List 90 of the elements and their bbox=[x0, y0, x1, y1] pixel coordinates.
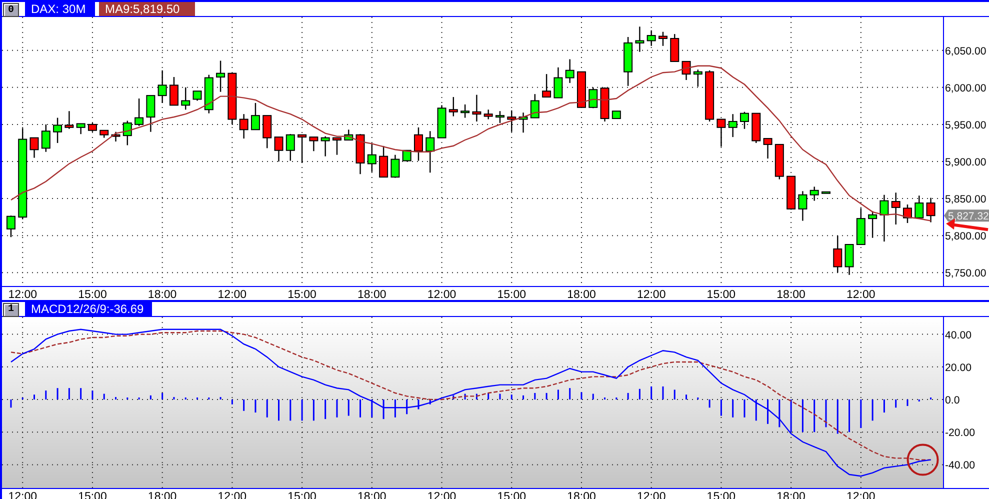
candlestick bbox=[542, 73, 552, 98]
axis-label: 12:00 bbox=[636, 289, 666, 300]
candlestick bbox=[309, 136, 318, 152]
candlestick bbox=[495, 110, 504, 124]
axis-label: 5,750.00 bbox=[945, 268, 986, 280]
candlestick bbox=[740, 111, 749, 130]
candlestick bbox=[426, 130, 435, 174]
candlestick bbox=[367, 143, 376, 172]
axis-label: 15:00 bbox=[497, 289, 526, 300]
axis-label: 18:00 bbox=[776, 289, 806, 300]
candlestick bbox=[693, 69, 702, 88]
axis-label: 40.00 bbox=[945, 328, 972, 341]
candlestick bbox=[379, 145, 388, 178]
axis-label: 12:00 bbox=[846, 289, 876, 300]
axis-label: 15:00 bbox=[288, 289, 316, 300]
candlestick bbox=[926, 197, 936, 223]
candlestick bbox=[192, 90, 202, 102]
candlestick bbox=[158, 70, 167, 104]
axis-label: 5,850.00 bbox=[945, 194, 986, 206]
axis-label: -20.00 bbox=[945, 426, 976, 439]
panel-index-button[interactable]: 0 bbox=[3, 3, 19, 17]
circle-marker bbox=[906, 443, 939, 476]
candlestick bbox=[320, 136, 330, 157]
candlestick bbox=[728, 113, 738, 138]
axis-label: -40.00 bbox=[945, 459, 976, 472]
candlestick bbox=[332, 137, 342, 156]
candlestick bbox=[868, 210, 878, 238]
candlestick bbox=[414, 126, 423, 162]
price-tag: 5,827.32 bbox=[944, 210, 989, 223]
indicator-value: MA9:5,819.50 bbox=[99, 2, 195, 16]
axis-label: 20.00 bbox=[945, 361, 972, 374]
candlestick bbox=[833, 235, 842, 274]
axis-label: 5,950.00 bbox=[945, 119, 986, 132]
candlestick bbox=[902, 204, 912, 224]
candlestick bbox=[181, 86, 190, 110]
candlestick bbox=[635, 26, 644, 52]
candlestick bbox=[169, 76, 178, 106]
candlestick bbox=[6, 215, 16, 238]
candlestick bbox=[530, 93, 540, 118]
candlestick bbox=[460, 104, 470, 118]
axis-label: 0.0 bbox=[945, 394, 960, 406]
candlestick bbox=[565, 58, 574, 84]
candlestick bbox=[64, 110, 74, 130]
candlestick bbox=[798, 190, 808, 222]
candlestick bbox=[716, 118, 726, 148]
candlestick bbox=[239, 113, 248, 140]
candlestick bbox=[810, 186, 819, 202]
candlestick bbox=[507, 110, 516, 132]
axis-label: 12:00 bbox=[218, 289, 247, 300]
panel-index-button[interactable]: 1 bbox=[3, 302, 19, 317]
candlestick bbox=[298, 134, 307, 164]
candlestick bbox=[146, 94, 156, 132]
axis-label: 18:00 bbox=[567, 289, 596, 300]
axis-label: 15:00 bbox=[706, 289, 736, 300]
candlestick bbox=[554, 66, 563, 98]
axis-label: 6,050.00 bbox=[945, 45, 986, 58]
candlestick bbox=[658, 31, 668, 46]
candlestick bbox=[286, 133, 295, 162]
candlestick bbox=[30, 137, 39, 158]
axis-label: 18:00 bbox=[358, 289, 386, 300]
candlestick bbox=[472, 94, 482, 122]
candlestick bbox=[76, 123, 86, 135]
panel-title: MACD12/26/9:-36.69 bbox=[25, 302, 152, 316]
candlestick bbox=[763, 138, 772, 160]
candlestick bbox=[646, 30, 656, 46]
candlestick bbox=[122, 120, 132, 146]
candlestick bbox=[274, 136, 284, 162]
candlestick bbox=[844, 244, 854, 276]
candlestick bbox=[390, 154, 400, 178]
axis-label: 12:00 bbox=[427, 289, 456, 300]
axis-label: 18:00 bbox=[148, 289, 177, 300]
candlestick bbox=[250, 102, 260, 130]
candlestick bbox=[891, 192, 900, 226]
candlestick bbox=[134, 98, 144, 127]
candlestick bbox=[216, 60, 226, 92]
candlestick bbox=[484, 109, 493, 120]
axis-label: 5,900.00 bbox=[945, 156, 986, 168]
candlestick bbox=[41, 124, 50, 152]
axis-label: 12:00 bbox=[8, 289, 37, 300]
candlestick bbox=[682, 60, 691, 81]
candlestick bbox=[880, 194, 889, 242]
panel-title: DAX: 30M bbox=[25, 2, 95, 16]
candlestick bbox=[670, 33, 680, 62]
candlestick bbox=[262, 114, 272, 149]
axis-label: 15:00 bbox=[78, 289, 107, 300]
axis-label: 6,000.00 bbox=[945, 82, 986, 94]
candlestick bbox=[448, 96, 458, 117]
candlestick bbox=[53, 117, 62, 144]
axis-label: 5,800.00 bbox=[945, 230, 986, 243]
candlestick bbox=[914, 194, 924, 218]
